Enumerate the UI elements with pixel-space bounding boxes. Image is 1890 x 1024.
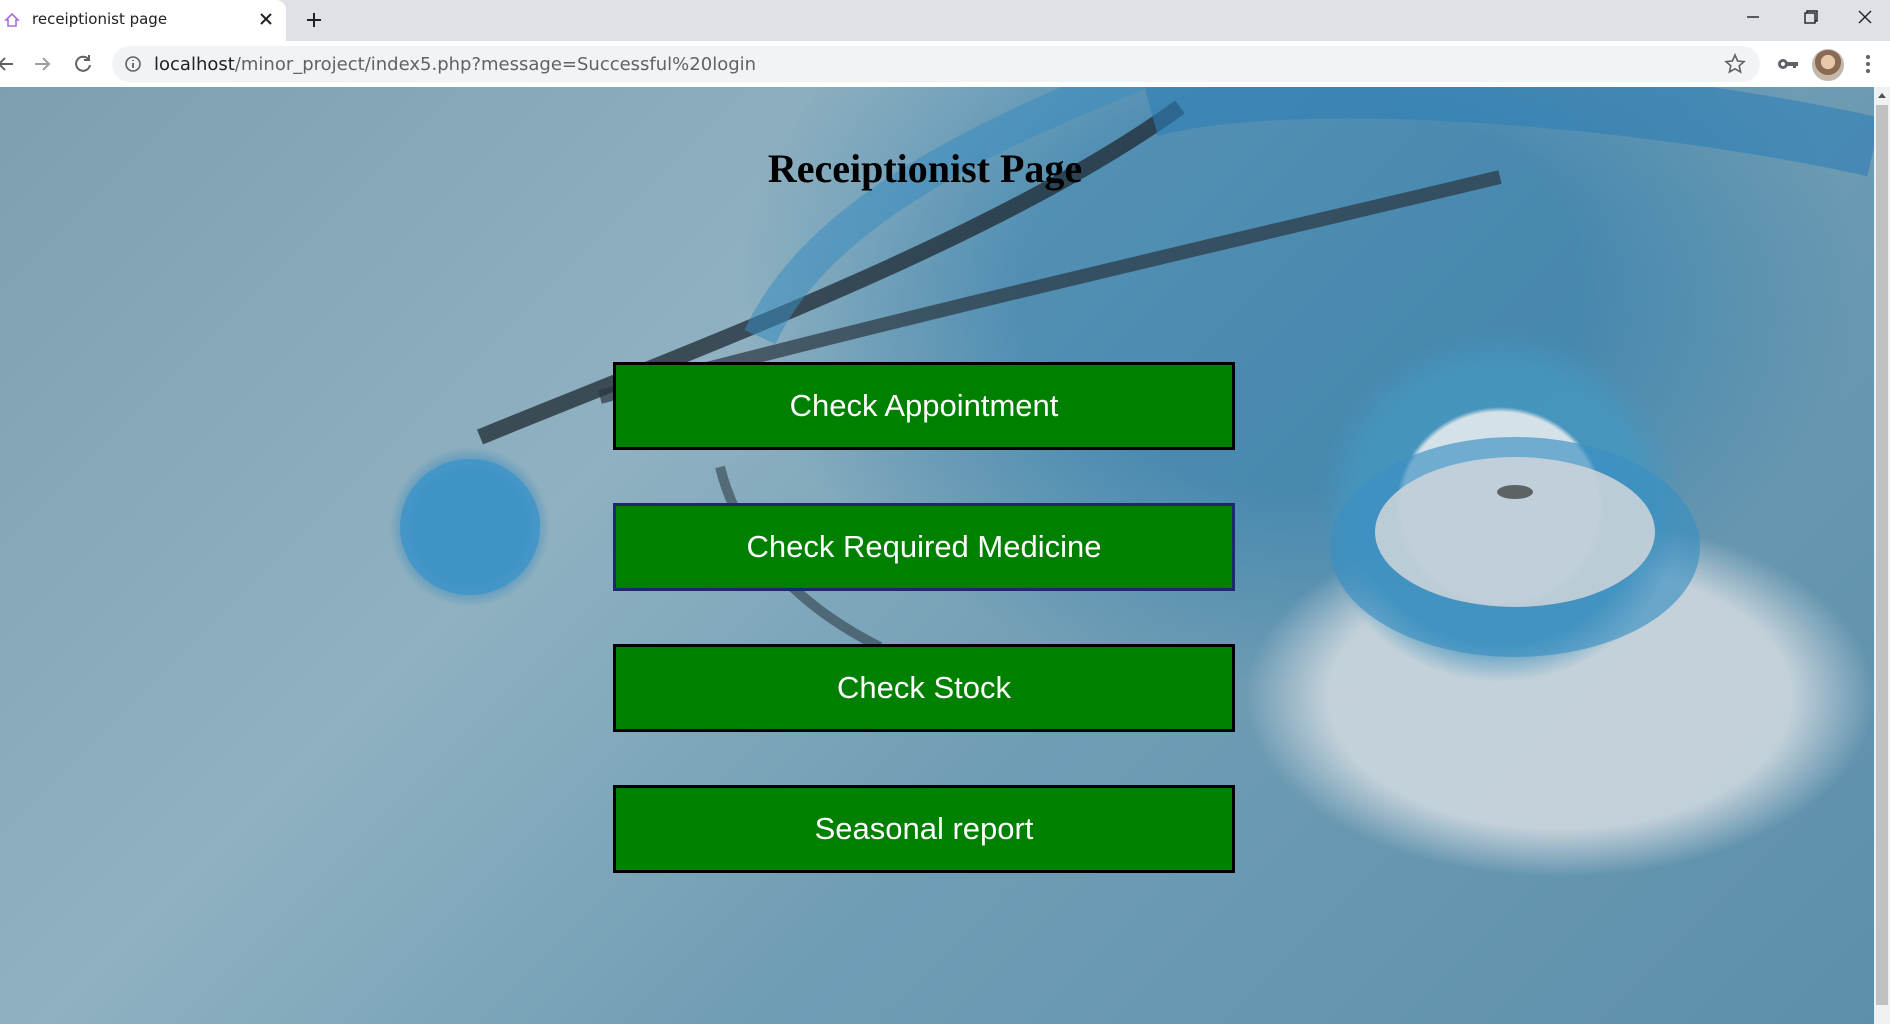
new-tab-icon[interactable] [302, 8, 326, 32]
scroll-up-arrow-icon[interactable] [1877, 91, 1887, 99]
tab-strip: receiptionist page [0, 0, 1890, 41]
close-window-icon[interactable] [1850, 6, 1880, 30]
avatar[interactable] [1812, 49, 1844, 81]
back-icon[interactable] [0, 52, 18, 76]
restore-icon[interactable] [1795, 6, 1825, 30]
check-appointment-button[interactable]: Check Appointment [613, 362, 1235, 450]
key-icon[interactable] [1776, 53, 1800, 75]
close-icon[interactable] [256, 9, 276, 29]
check-stock-button[interactable]: Check Stock [613, 644, 1235, 732]
address-bar[interactable]: localhost/minor_project/index5.php?messa… [112, 46, 1760, 82]
page-title: Receiptionist Page [767, 146, 1083, 191]
browser-tab[interactable]: receiptionist page [0, 0, 286, 41]
browser-window: receiptionist page localhost/minor_proje… [0, 0, 1890, 1024]
page-viewport: Receiptionist Page Check Appointment Che… [0, 87, 1874, 1024]
info-icon[interactable] [124, 55, 142, 73]
home-icon [4, 12, 20, 27]
minimize-icon[interactable] [1738, 6, 1768, 30]
vertical-scrollbar[interactable] [1874, 87, 1890, 1024]
check-required-medicine-button[interactable]: Check Required Medicine [613, 503, 1235, 591]
url-host: localhost [154, 54, 235, 75]
reload-icon[interactable] [71, 52, 95, 76]
url-path: /minor_project/index5.php?message=Succes… [234, 54, 757, 75]
seasonal-report-button[interactable]: Seasonal report [613, 785, 1235, 873]
bookmark-star-icon[interactable] [1724, 53, 1746, 75]
more-options-icon[interactable] [1858, 52, 1878, 76]
tab-title: receiptionist page [32, 10, 168, 28]
url-text[interactable]: localhost/minor_project/index5.php?messa… [154, 54, 756, 75]
browser-toolbar: localhost/minor_project/index5.php?messa… [0, 41, 1890, 88]
forward-icon[interactable] [30, 52, 54, 76]
scrollbar-thumb[interactable] [1876, 105, 1888, 1005]
